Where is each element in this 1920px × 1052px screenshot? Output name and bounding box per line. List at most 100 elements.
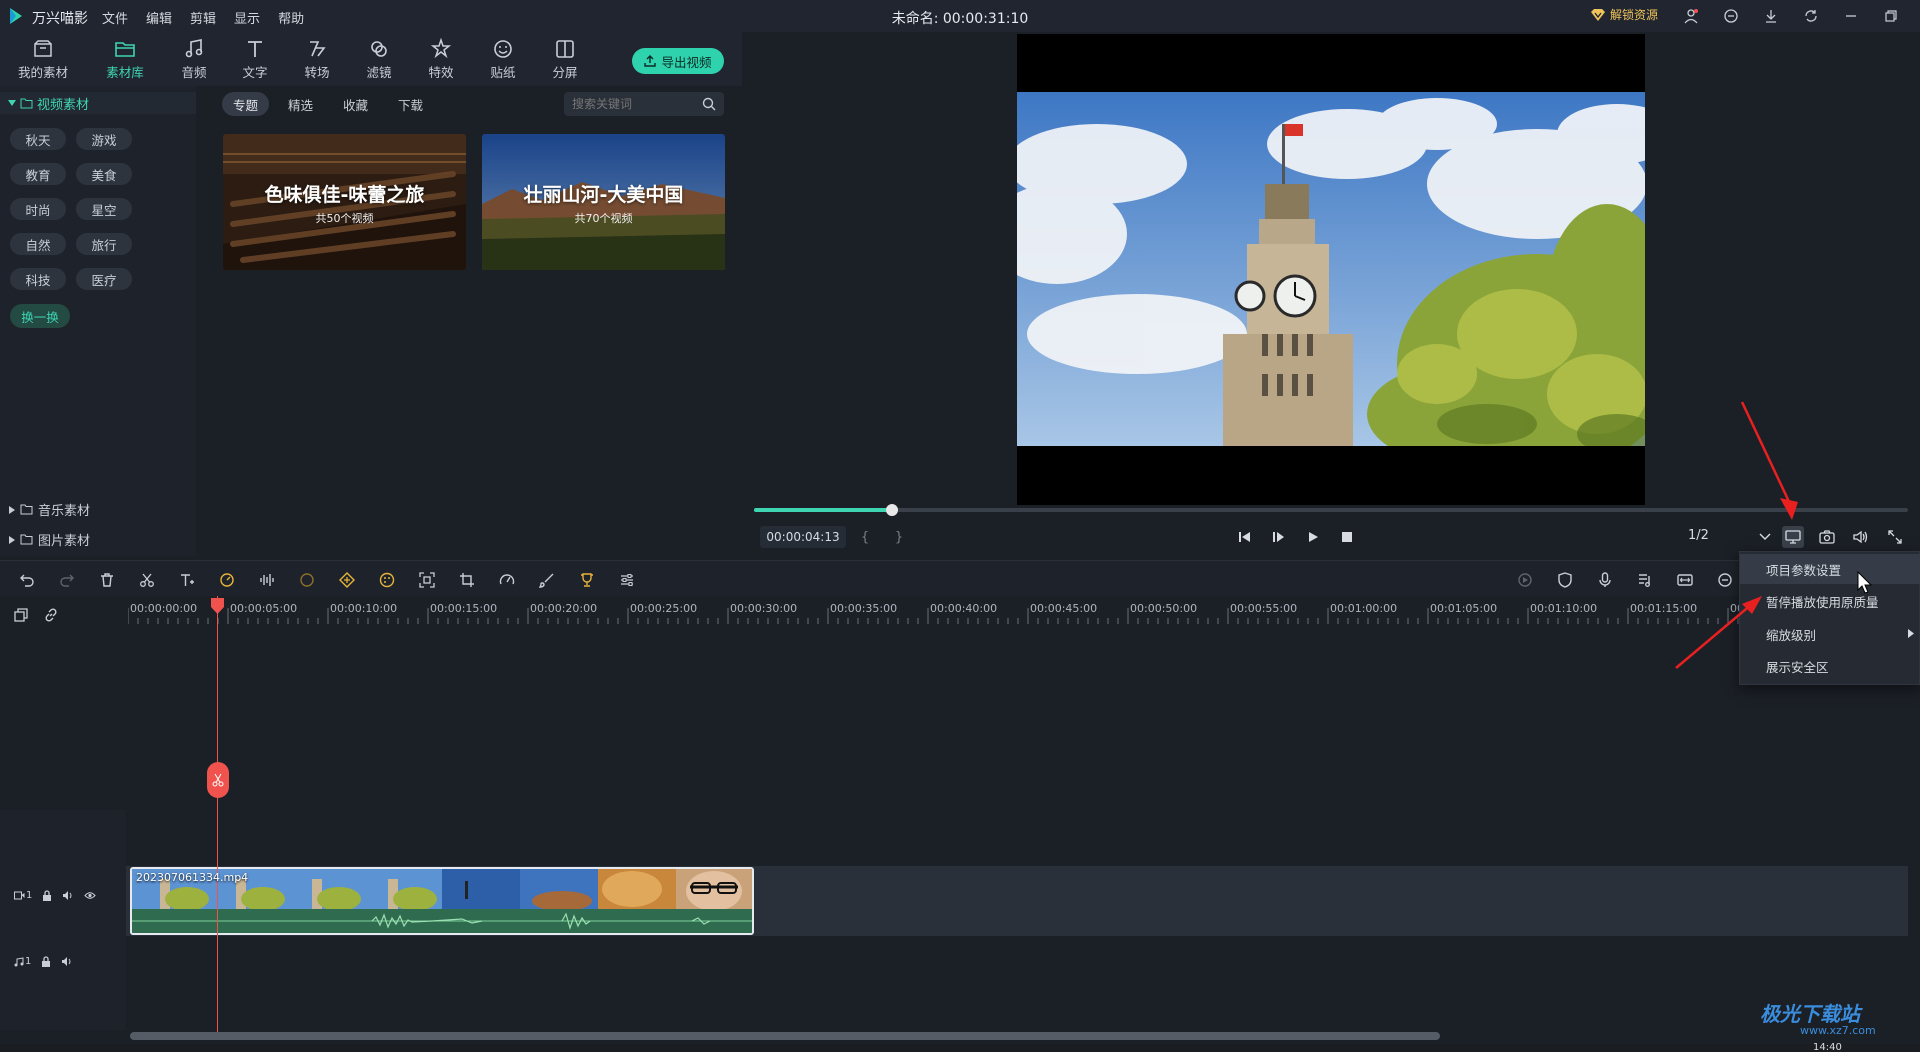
video-assets-folder[interactable]: 视频素材 [0, 92, 196, 114]
undo-button[interactable] [16, 569, 38, 591]
tab-library[interactable]: 素材库 [94, 36, 156, 84]
audio-mixer-button[interactable] [1634, 569, 1656, 591]
tab-audio[interactable]: 音频 [163, 36, 225, 84]
delete-button[interactable] [96, 569, 118, 591]
render-preview-button[interactable] [1514, 569, 1536, 591]
sync-icon[interactable] [1800, 5, 1822, 27]
chip-fashion[interactable]: 时尚 [10, 198, 66, 220]
crop-zoom-button[interactable] [416, 569, 438, 591]
link-button[interactable] [40, 604, 62, 626]
account-icon[interactable] [1680, 5, 1702, 27]
video-clip[interactable]: 202307061334.mp4 [130, 867, 754, 935]
chip-medical[interactable]: 医疗 [76, 268, 132, 290]
color-button[interactable] [376, 569, 398, 591]
step-back-button[interactable] [1234, 526, 1256, 548]
tab-sticker[interactable]: 贴纸 [472, 36, 534, 84]
mask-button[interactable] [536, 569, 558, 591]
menu-file[interactable]: 文件 [102, 8, 128, 27]
chip-games[interactable]: 游戏 [76, 128, 132, 150]
menu-item-zoom-level[interactable]: 缩放级别 [1740, 619, 1920, 649]
chip-education[interactable]: 教育 [10, 163, 66, 185]
keyframe-button[interactable] [336, 569, 358, 591]
refresh-chips-button[interactable]: 换一换 [10, 304, 70, 328]
playhead-line [217, 596, 218, 1032]
crop-button[interactable] [456, 569, 478, 591]
ai-button[interactable] [296, 569, 318, 591]
menu-view[interactable]: 显示 [234, 8, 260, 27]
speed-button[interactable] [216, 569, 238, 591]
subtab-featured[interactable]: 精选 [277, 92, 324, 116]
menu-item-pause-original-quality[interactable]: 暂停播放使用原质量 [1740, 586, 1920, 616]
stop-button[interactable] [1336, 526, 1358, 548]
tab-text[interactable]: 文字 [224, 36, 286, 84]
tab-transition[interactable]: 转场 [286, 36, 348, 84]
speaker-icon[interactable] [61, 956, 73, 967]
restore-icon[interactable] [1880, 5, 1902, 27]
preview-quality-ratio[interactable]: 1/2 [1688, 528, 1709, 543]
speaker-icon[interactable] [62, 890, 74, 901]
topic-card-landscape[interactable]: 壮丽山河-大美中国 共70个视频 [482, 134, 725, 270]
adjust-button[interactable] [616, 569, 638, 591]
redo-button[interactable] [56, 569, 78, 591]
tab-effects[interactable]: 特效 [410, 36, 472, 84]
lock-icon[interactable] [41, 956, 51, 967]
download-icon[interactable] [1760, 5, 1782, 27]
tab-my-media[interactable]: 我的素材 [12, 36, 74, 84]
minimize-icon[interactable] [1840, 5, 1862, 27]
chip-starry[interactable]: 星空 [76, 198, 132, 220]
record-voice-button[interactable] [1594, 569, 1616, 591]
subtab-topics[interactable]: 专题 [222, 92, 270, 116]
lock-icon[interactable] [42, 890, 52, 901]
chip-autumn[interactable]: 秋天 [10, 128, 66, 150]
playhead-handle[interactable] [211, 598, 224, 614]
eye-icon[interactable] [84, 891, 97, 900]
mark-in-button[interactable]: { [854, 526, 876, 548]
marker-button[interactable] [1554, 569, 1576, 591]
playhead-split-button[interactable] [207, 762, 229, 798]
chip-travel[interactable]: 旅行 [76, 233, 132, 255]
subtab-downloads[interactable]: 下载 [387, 92, 434, 116]
topic-card-food[interactable]: 色味俱佳-味蕾之旅 共50个视频 [223, 134, 466, 270]
menu-edit[interactable]: 编辑 [146, 8, 172, 27]
search-input[interactable] [572, 97, 692, 111]
zoom-out-button[interactable] [1714, 569, 1736, 591]
snapshot-button[interactable] [1816, 526, 1838, 548]
audio-detach-button[interactable] [256, 569, 278, 591]
add-text-button[interactable] [176, 569, 198, 591]
playback-scrubber[interactable] [754, 504, 1908, 516]
speed-ramp-button[interactable] [496, 569, 518, 591]
menu-item-safe-zone[interactable]: 展示安全区 [1740, 651, 1920, 681]
music-note-icon [185, 39, 203, 58]
timeline-scrollbar[interactable] [130, 1032, 1440, 1040]
chip-tech[interactable]: 科技 [10, 268, 66, 290]
tab-split-screen[interactable]: 分屏 [534, 36, 596, 84]
add-track-button[interactable] [10, 604, 32, 626]
green-screen-button[interactable] [576, 569, 598, 591]
image-assets-folder[interactable]: 图片素材 [8, 530, 90, 549]
tab-filter[interactable]: 滤镜 [348, 36, 410, 84]
ratio-dropdown-button[interactable] [1754, 526, 1776, 548]
chip-food[interactable]: 美食 [76, 163, 132, 185]
mark-out-button[interactable]: } [888, 526, 910, 548]
unlock-resources-button[interactable]: 解锁资源 [1590, 6, 1658, 23]
audio-track-lane[interactable] [126, 938, 1908, 1000]
chip-nature[interactable]: 自然 [10, 233, 66, 255]
menu-clip[interactable]: 剪辑 [190, 8, 216, 27]
fullscreen-button[interactable] [1884, 526, 1906, 548]
volume-button[interactable] [1850, 526, 1872, 548]
video-preview[interactable] [1017, 34, 1645, 505]
play-button[interactable] [1302, 526, 1324, 548]
play-pause-button[interactable] [1268, 526, 1290, 548]
export-video-button[interactable]: 导出视频 [632, 48, 724, 74]
search-icon[interactable] [702, 97, 716, 111]
fit-timeline-button[interactable] [1674, 569, 1696, 591]
menu-help[interactable]: 帮助 [278, 8, 304, 27]
menu-item-project-settings[interactable]: 项目参数设置 [1740, 554, 1920, 584]
split-button[interactable] [136, 569, 158, 591]
time-ruler[interactable]: 00:00:00:00 00:00:05:00 00:00:10:00 00:00:1… [128, 596, 1888, 628]
scrubber-handle[interactable] [886, 504, 899, 516]
display-settings-button[interactable] [1782, 526, 1804, 548]
subtab-favorites[interactable]: 收藏 [332, 92, 379, 116]
message-icon[interactable] [1720, 5, 1742, 27]
music-assets-folder[interactable]: 音乐素材 [8, 500, 90, 519]
